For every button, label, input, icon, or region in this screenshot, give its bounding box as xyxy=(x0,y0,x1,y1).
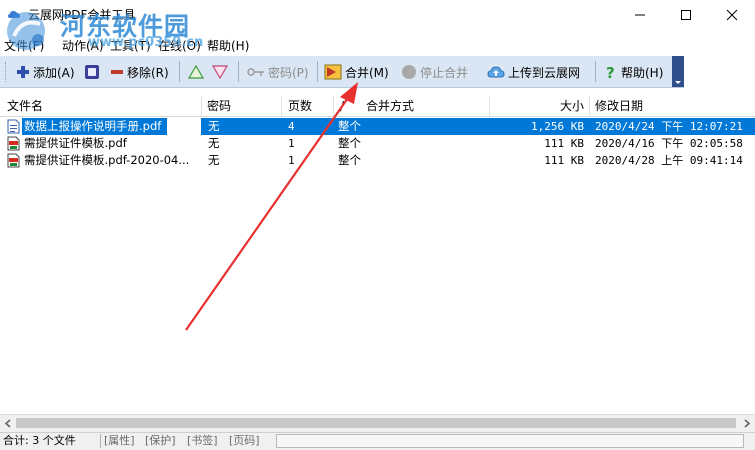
horizontal-scrollbar[interactable] xyxy=(0,414,755,432)
scroll-left-icon[interactable] xyxy=(4,419,12,428)
status-protect[interactable]: [保护] xyxy=(145,434,176,448)
status-attr[interactable]: [属性] xyxy=(104,434,135,448)
scrollbar-thumb[interactable] xyxy=(16,418,736,428)
status-divider xyxy=(100,434,101,448)
scroll-right-icon[interactable] xyxy=(743,419,751,428)
status-total: 合计: 3 个文件 xyxy=(3,434,76,447)
status-pagecode[interactable]: [页码] xyxy=(229,434,260,448)
progress-bar xyxy=(276,434,744,448)
status-bookmark[interactable]: [书签] xyxy=(187,434,218,448)
annotation-arrow xyxy=(185,82,358,331)
